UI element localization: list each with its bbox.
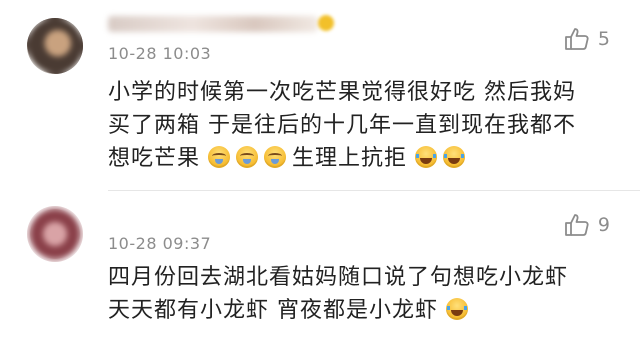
comment-line-suffix: 生理上抗拒 — [292, 146, 408, 171]
comment-line: 想吃芒果 — [108, 146, 201, 171]
crying-face-emoji — [264, 146, 287, 168]
like-button[interactable]: 5 — [564, 27, 610, 51]
comment-line-with-emoji: 天天都有小龙虾 宵夜都是小龙虾 — [108, 294, 618, 327]
user-badge-icon — [318, 15, 334, 31]
comment-time: 10-28 10:03 — [108, 44, 212, 63]
comment-line: 天天都有小龙虾 宵夜都是小龙虾 — [108, 298, 438, 323]
laughing-tears-emoji — [446, 298, 468, 320]
comment-list: 10-28 10:03 5 小学的时候第一次吃芒果觉得很好吃 然后我妈 买了两箱… — [0, 0, 640, 343]
comment-text: 小学的时候第一次吃芒果觉得很好吃 然后我妈 买了两箱 于是往后的十几年一直到现在… — [108, 76, 618, 175]
comment-text: 四月份回去湖北看姑妈随口说了句想吃小龙虾 天天都有小龙虾 宵夜都是小龙虾 — [108, 261, 618, 327]
like-button[interactable]: 9 — [564, 213, 610, 237]
crying-face-emoji — [208, 146, 231, 168]
comment-item: 10-28 09:37 9 四月份回去湖北看姑妈随口说了句想吃小龙虾 天天都有小… — [0, 191, 640, 343]
thumbs-up-icon — [565, 214, 589, 236]
crying-face-emoji — [236, 146, 259, 168]
laughing-tears-emoji — [443, 146, 466, 168]
comment-line: 四月份回去湖北看姑妈随口说了句想吃小龙虾 — [108, 265, 569, 290]
like-count: 5 — [597, 28, 610, 50]
avatar[interactable] — [27, 206, 83, 262]
comment-line: 买了两箱 于是往后的十几年一直到现在我都不 — [108, 113, 576, 138]
avatar[interactable] — [27, 18, 83, 74]
thumbs-up-icon — [565, 28, 589, 50]
like-count: 9 — [597, 214, 610, 236]
comment-item: 10-28 10:03 5 小学的时候第一次吃芒果觉得很好吃 然后我妈 买了两箱… — [0, 0, 640, 191]
comment-time: 10-28 09:37 — [108, 234, 212, 253]
username-blurred[interactable] — [108, 16, 318, 32]
comment-line: 小学的时候第一次吃芒果觉得很好吃 然后我妈 — [108, 80, 576, 105]
comment-line-with-emoji: 想吃芒果 生理上抗拒 — [108, 142, 618, 175]
laughing-tears-emoji — [415, 146, 438, 168]
